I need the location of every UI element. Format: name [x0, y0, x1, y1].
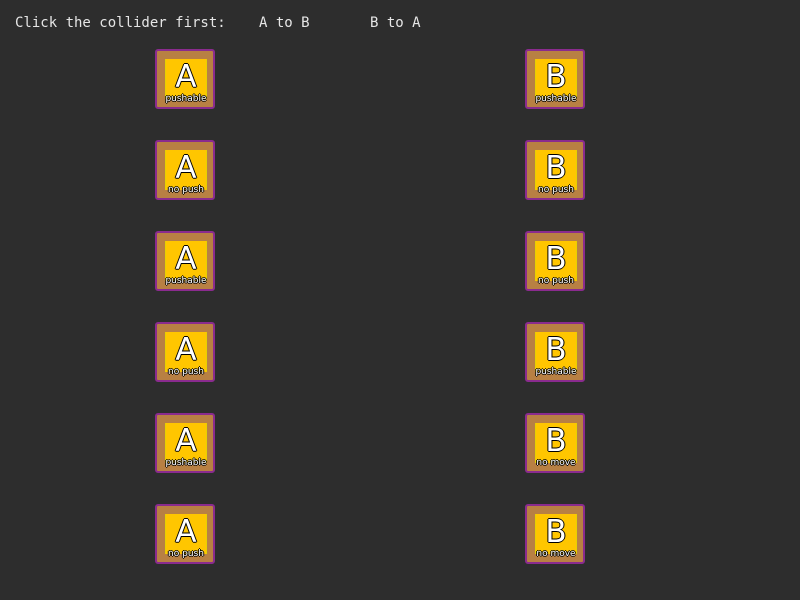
collider-a-letter: A: [175, 423, 197, 459]
collider-b-letter: B: [545, 514, 567, 550]
collider-a-label: no push: [168, 185, 204, 195]
collider-b-label: no move: [536, 458, 576, 468]
collider-a-face: A no push: [165, 514, 207, 559]
collider-a-row-6[interactable]: A no push: [155, 504, 215, 564]
collider-b-face: B no push: [535, 150, 577, 195]
collider-a-face: A pushable: [165, 241, 207, 286]
collider-b-letter: B: [545, 423, 567, 459]
collider-a-letter: A: [175, 241, 197, 277]
collider-b-letter: B: [545, 150, 567, 186]
collider-a-row-1[interactable]: A pushable: [155, 49, 215, 109]
collider-b-face: B no push: [535, 241, 577, 286]
collider-b-letter: B: [545, 332, 567, 368]
collider-a-face: A no push: [165, 150, 207, 195]
collider-a-row-2[interactable]: A no push: [155, 140, 215, 200]
collider-b-label: no push: [538, 185, 574, 195]
collider-b-row-4[interactable]: B pushable: [525, 322, 585, 382]
collider-order-prompt: Click the collider first:: [15, 15, 226, 31]
collider-a-letter: A: [175, 514, 197, 550]
collider-b-label: pushable: [535, 94, 577, 104]
collider-a-face: A no push: [165, 332, 207, 377]
a-to-b-option[interactable]: A to B: [259, 13, 310, 33]
collider-a-letter: A: [175, 332, 197, 368]
collider-b-row-2[interactable]: B no push: [525, 140, 585, 200]
collider-a-label: no push: [168, 367, 204, 377]
collider-b-letter: B: [545, 241, 567, 277]
collider-b-face: B pushable: [535, 332, 577, 377]
collider-b-label: pushable: [535, 367, 577, 377]
collider-a-label: pushable: [165, 276, 207, 286]
collider-b-face: B no move: [535, 423, 577, 468]
collider-b-face: B no move: [535, 514, 577, 559]
collider-b-row-6[interactable]: B no move: [525, 504, 585, 564]
collider-a-row-3[interactable]: A pushable: [155, 231, 215, 291]
collider-a-label: pushable: [165, 458, 207, 468]
collider-b-row-3[interactable]: B no push: [525, 231, 585, 291]
collider-a-label: no push: [168, 549, 204, 559]
collider-a-face: A pushable: [165, 423, 207, 468]
collider-b-row-1[interactable]: B pushable: [525, 49, 585, 109]
collider-a-letter: A: [175, 150, 197, 186]
collider-a-letter: A: [175, 59, 197, 95]
collider-b-label: no move: [536, 549, 576, 559]
collider-a-face: A pushable: [165, 59, 207, 104]
collider-a-label: pushable: [165, 94, 207, 104]
b-to-a-option[interactable]: B to A: [370, 13, 421, 33]
collider-b-label: no push: [538, 276, 574, 286]
collider-order-header: Click the collider first: A to B B to A: [15, 13, 421, 33]
game-stage[interactable]: Click the collider first: A to B B to A …: [0, 0, 800, 600]
collider-a-row-4[interactable]: A no push: [155, 322, 215, 382]
collider-b-row-5[interactable]: B no move: [525, 413, 585, 473]
collider-b-letter: B: [545, 59, 567, 95]
collider-a-row-5[interactable]: A pushable: [155, 413, 215, 473]
collider-b-face: B pushable: [535, 59, 577, 104]
